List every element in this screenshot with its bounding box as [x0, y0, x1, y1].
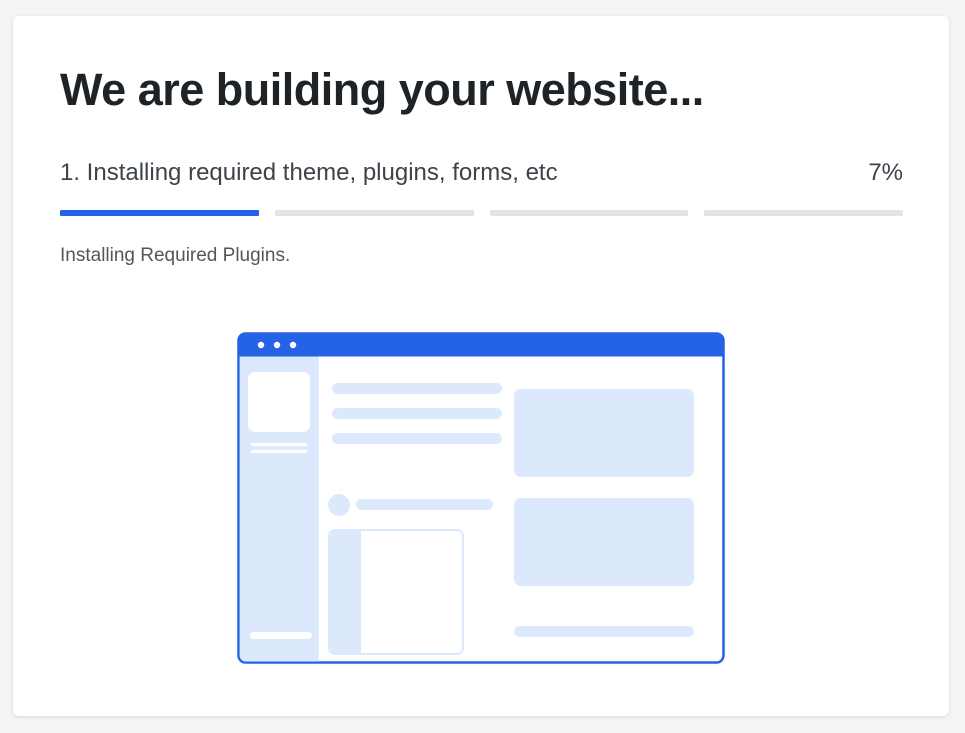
sidebar-line-1: [251, 443, 307, 446]
window-dot-3: [289, 341, 297, 349]
content-line-3: [332, 433, 502, 444]
content-avatar: [328, 494, 350, 516]
content-line-1: [332, 383, 502, 394]
progress-segment-3: [489, 210, 689, 216]
content-avatar-line: [356, 499, 493, 510]
sidebar-footer-line: [250, 632, 312, 639]
build-progress-card: We are building your website... 1. Insta…: [13, 16, 949, 716]
progress-bar: [60, 210, 903, 216]
progress-segment-1: [60, 210, 259, 216]
progress-segment-1-fill: [60, 210, 259, 216]
browser-titlebar: [238, 333, 724, 357]
progress-segment-4: [704, 210, 903, 216]
window-dot-1: [257, 341, 265, 349]
content-panel-2: [514, 498, 694, 586]
website-builder-illustration-icon: [237, 332, 725, 664]
step-percent: 7%: [868, 159, 903, 186]
content-panel-1: [514, 389, 694, 477]
page-title: We are building your website...: [60, 64, 704, 115]
status-message: Installing Required Plugins.: [60, 245, 291, 266]
sidebar-card: [248, 372, 310, 432]
content-card-strip: [330, 531, 361, 653]
content-panel-line: [514, 626, 694, 637]
progress-segment-2: [274, 210, 474, 216]
sidebar-line-2: [251, 450, 307, 453]
step-label: 1. Installing required theme, plugins, f…: [60, 159, 558, 186]
window-dot-2: [273, 341, 281, 349]
content-line-2: [332, 408, 502, 419]
